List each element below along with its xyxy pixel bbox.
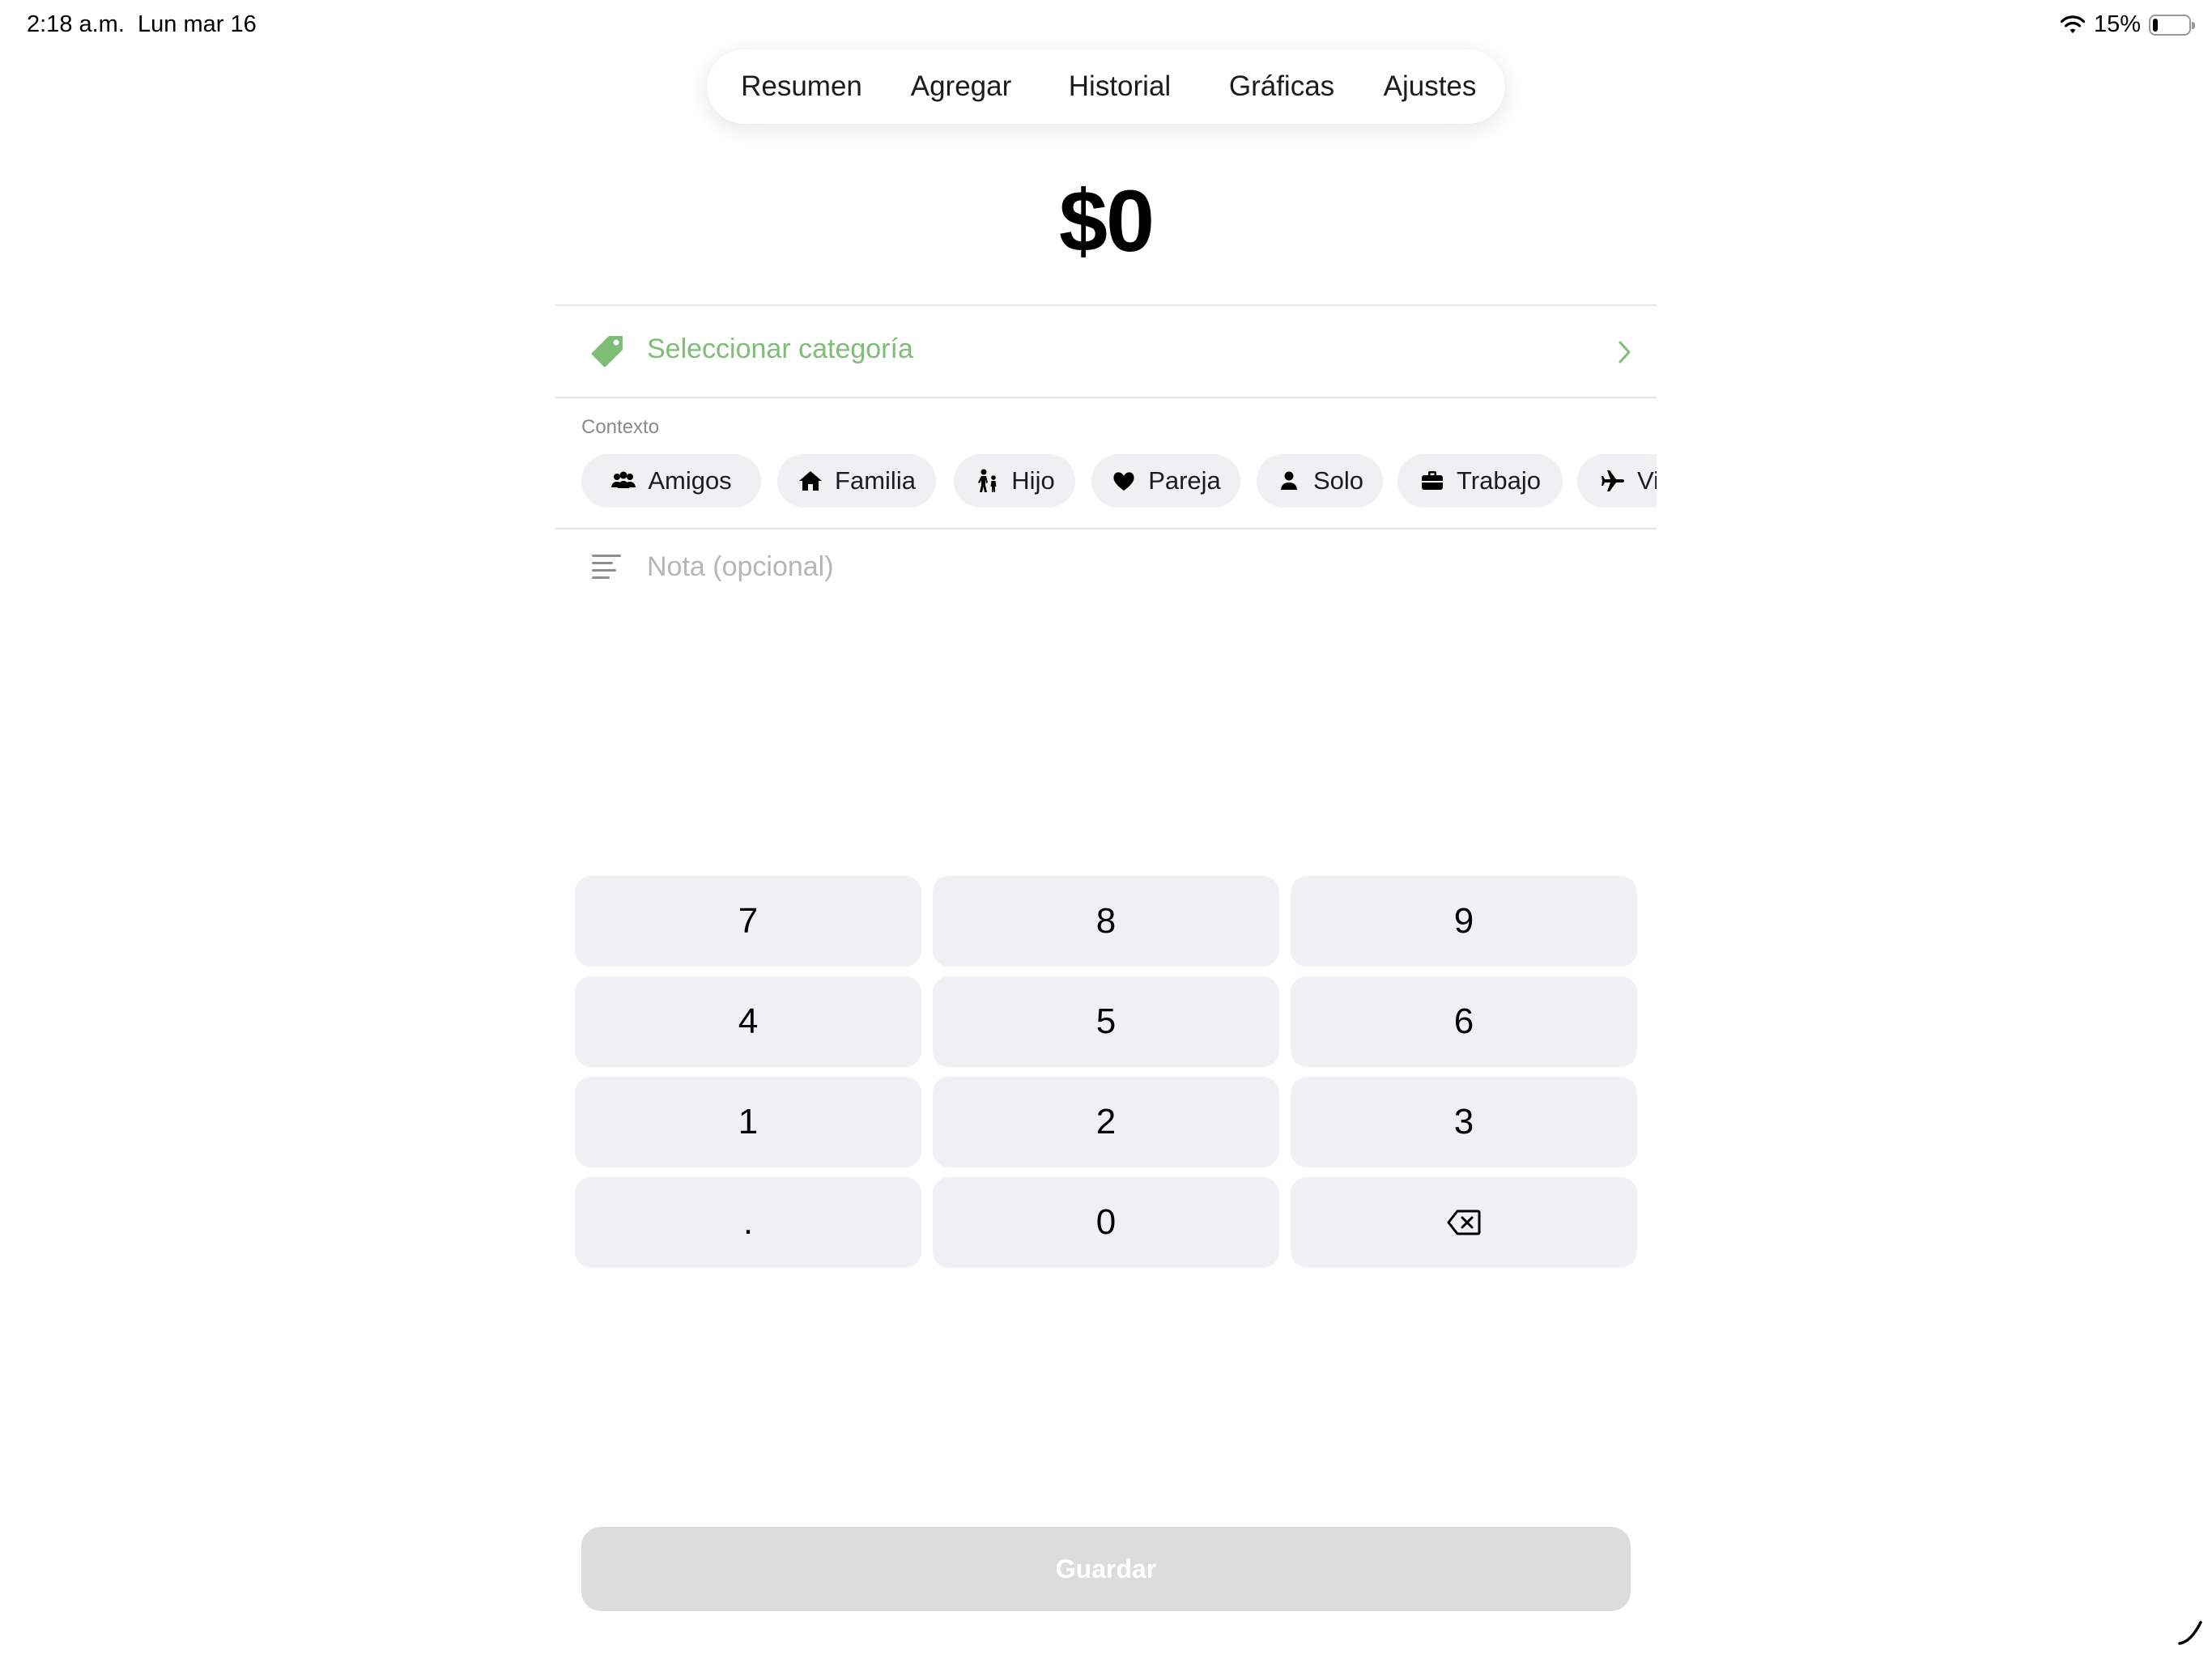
amount-display: $0: [1058, 172, 1155, 270]
chip-label: Trabajo: [1457, 466, 1541, 495]
chip-label: Solo: [1312, 466, 1364, 495]
context-chips: Amigos Familia Hijo Pareja Solo Trabajo …: [581, 454, 1657, 509]
key-1[interactable]: 1: [575, 1077, 921, 1167]
wifi-icon: [2060, 15, 2086, 33]
tag-icon: [591, 336, 623, 368]
chip-trabajo[interactable]: Trabajo: [1397, 454, 1563, 508]
note-input[interactable]: [642, 547, 1648, 586]
key-4[interactable]: 4: [575, 976, 921, 1067]
key-5[interactable]: 5: [933, 976, 1279, 1067]
divider: [555, 397, 1657, 398]
chip-label: Vi: [1637, 466, 1657, 495]
chip-label: Familia: [835, 466, 916, 495]
tab-bar: Resumen Agregar Historial Gráficas Ajust…: [707, 49, 1505, 124]
divider: [555, 528, 1657, 529]
key-7[interactable]: 7: [575, 876, 921, 967]
tab-historial[interactable]: Historial: [1040, 58, 1199, 115]
chip-label: Hijo: [1011, 466, 1055, 495]
chevron-right-icon: [1619, 341, 1631, 363]
category-placeholder: Seleccionar categoría: [647, 334, 913, 364]
status-time: 2:18 a.m.: [27, 11, 125, 37]
tab-ajustes[interactable]: Ajustes: [1363, 58, 1497, 115]
airplane-icon: [1602, 470, 1624, 491]
chip-familia[interactable]: Familia: [777, 454, 936, 508]
tab-resumen[interactable]: Resumen: [723, 58, 880, 115]
delete-backspace-icon: [1447, 1209, 1481, 1235]
people-icon: [611, 471, 636, 488]
key-2[interactable]: 2: [933, 1077, 1279, 1167]
chip-solo[interactable]: Solo: [1257, 454, 1383, 508]
heart-icon: [1113, 472, 1134, 491]
chip-hijo[interactable]: Hijo: [954, 454, 1075, 508]
key-0[interactable]: 0: [933, 1177, 1279, 1268]
key-9[interactable]: 9: [1291, 876, 1637, 967]
key-decimal[interactable]: .: [575, 1177, 921, 1268]
chip-label: Pareja: [1148, 466, 1221, 495]
chip-label: Amigos: [648, 466, 732, 495]
key-3[interactable]: 3: [1291, 1077, 1637, 1167]
tab-agregar[interactable]: Agregar: [885, 58, 1037, 115]
divider: [555, 304, 1657, 306]
chip-amigos[interactable]: Amigos: [581, 454, 761, 508]
save-button[interactable]: Guardar: [581, 1527, 1631, 1611]
key-6[interactable]: 6: [1291, 976, 1637, 1067]
person-icon: [1280, 471, 1297, 490]
pencil-indicator-icon: [2178, 1621, 2202, 1645]
context-label: Contexto: [581, 416, 660, 438]
briefcase-icon: [1422, 471, 1444, 490]
battery-icon: [2149, 14, 2195, 36]
battery-level: [2153, 18, 2158, 32]
chip-pareja[interactable]: Pareja: [1091, 454, 1240, 508]
key-delete[interactable]: [1291, 1177, 1637, 1268]
house-icon: [799, 471, 823, 491]
status-indicators: 15%: [2060, 11, 2195, 38]
status-date: Lun mar 16: [138, 11, 257, 37]
tab-graficas[interactable]: Gráficas: [1202, 58, 1361, 115]
text-lines-icon: [592, 555, 621, 579]
key-8[interactable]: 8: [933, 876, 1279, 967]
child-icon: [978, 469, 997, 492]
chip-viaje[interactable]: Vi: [1577, 454, 1657, 508]
battery-percentage: 15%: [2093, 11, 2141, 37]
